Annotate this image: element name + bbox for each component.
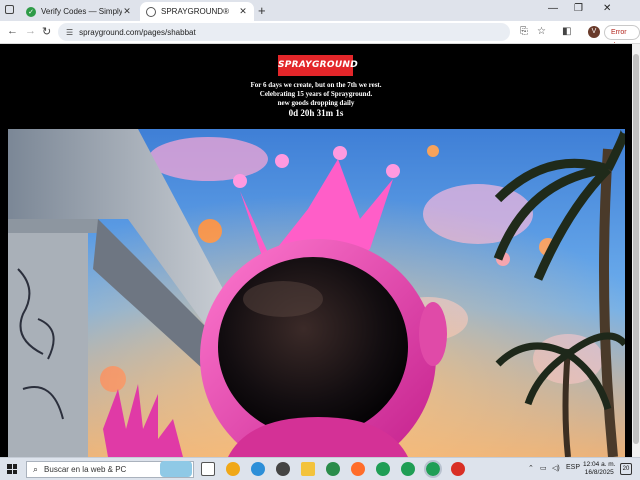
tab-sprayground[interactable]: SPRAYGROUND® ✕	[140, 2, 254, 21]
announcement: For 6 days we create, but on the 7th we …	[0, 81, 632, 108]
volume-icon[interactable]: ◁)	[552, 464, 560, 472]
tab-search-icon[interactable]	[5, 5, 14, 14]
file-explorer-icon[interactable]	[301, 462, 315, 476]
brand-logo[interactable]: SPRAYGROUND	[278, 55, 358, 76]
language-indicator[interactable]: ESP	[566, 464, 580, 471]
minimize-icon[interactable]: —	[548, 3, 558, 14]
clock-date: 16/8/2025	[584, 469, 614, 476]
chevron-up-icon[interactable]: ⌃	[528, 464, 534, 472]
bookmark-star-icon[interactable]: ☆	[537, 26, 546, 37]
avatar[interactable]: V	[588, 26, 600, 38]
forward-icon[interactable]: →	[25, 25, 36, 37]
announcement-line: new goods dropping daily	[277, 99, 355, 107]
chrome-icon[interactable]	[424, 460, 442, 478]
chrome-icon[interactable]	[401, 462, 415, 476]
back-icon[interactable]: ←	[7, 25, 18, 37]
address-bar[interactable]: ☰ sprayground.com/pages/shabbat	[58, 23, 510, 41]
check-icon: ✓	[26, 6, 36, 17]
task-view-icon[interactable]	[201, 462, 215, 476]
firefox-icon[interactable]	[351, 462, 365, 476]
taskbar: ⌕ Buscar en la web & PC ⌃ ▭ ◁) ESP 12:04…	[0, 457, 640, 480]
translate-icon[interactable]: ⎘	[520, 26, 528, 37]
extensions-icon[interactable]: ◧	[562, 26, 571, 37]
chrome-icon[interactable]	[451, 462, 465, 476]
page-scrollbar[interactable]	[632, 44, 640, 457]
windows-start-icon[interactable]	[7, 464, 17, 474]
shield-app-icon[interactable]	[226, 462, 240, 476]
hero-image	[8, 129, 625, 457]
notification-badge[interactable]: 20	[620, 463, 632, 475]
chrome-icon[interactable]	[326, 462, 340, 476]
error-menu-button[interactable]: Error ⋮	[604, 25, 640, 49]
url-text[interactable]: sprayground.com/pages/shabbat	[79, 28, 196, 37]
edge-icon[interactable]	[251, 462, 265, 476]
tab-title: Verify Codes — SimplyCodes	[41, 7, 122, 16]
browser-toolbar: ← → ↻ ☰ sprayground.com/pages/shabbat ⎘ …	[0, 21, 640, 49]
close-icon[interactable]: ✕	[603, 3, 611, 14]
web-page: SPRAYGROUND For 6 days we create, but on…	[0, 44, 632, 457]
close-icon[interactable]: ✕	[238, 6, 248, 17]
clock-time: 12:04 a. m.	[583, 461, 616, 468]
new-tab-button[interactable]: +	[258, 3, 266, 18]
system-clock[interactable]: 12:04 a. m. 16/8/2025	[583, 461, 616, 477]
search-icon: ⌕	[33, 464, 39, 474]
search-placeholder: Buscar en la web & PC	[44, 465, 127, 474]
reload-icon[interactable]: ↻	[42, 25, 51, 38]
tab-title: SPRAYGROUND®	[161, 7, 229, 16]
announcement-line: Celebrating 15 years of Sprayground.	[259, 90, 373, 98]
network-icon[interactable]: ▭	[540, 464, 547, 472]
close-icon[interactable]: ✕	[122, 6, 132, 17]
site-settings-icon[interactable]: ☰	[66, 28, 73, 37]
globe-icon	[146, 6, 156, 17]
search-highlight-icon[interactable]	[160, 461, 192, 477]
tab-verify-codes[interactable]: ✓ Verify Codes — SimplyCodes ✕	[20, 2, 138, 21]
announcement-line: For 6 days we create, but on the 7th we …	[250, 81, 382, 89]
scroll-thumb[interactable]	[633, 54, 639, 444]
tab-strip: ✓ Verify Codes — SimplyCodes ✕ SPRAYGROU…	[0, 0, 640, 21]
error-label: Error	[611, 29, 627, 36]
media-player-icon[interactable]	[276, 462, 290, 476]
restore-icon[interactable]: ❐	[574, 3, 583, 14]
countdown-timer: 0d 20h 31m 1s	[288, 108, 344, 118]
chrome-icon[interactable]	[376, 462, 390, 476]
